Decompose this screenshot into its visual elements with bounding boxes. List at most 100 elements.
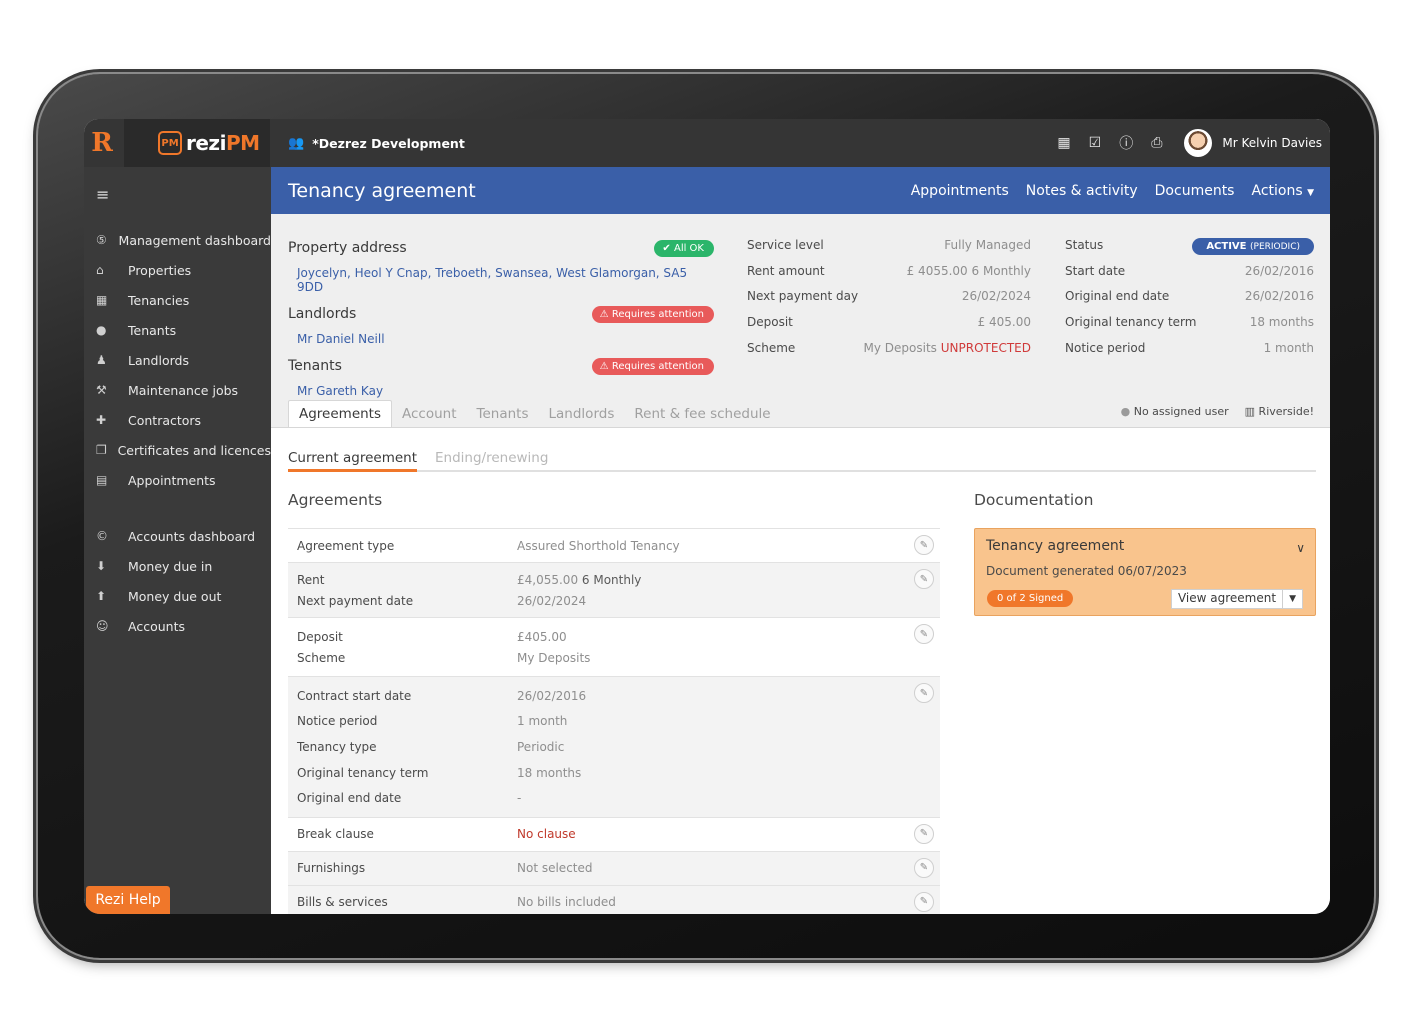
edit-pencil-icon[interactable]: ✎ <box>914 857 934 878</box>
home-icon: ⌂ <box>96 263 104 277</box>
property-address-label: Property address <box>288 240 407 256</box>
subtab-account[interactable]: Account <box>392 400 467 427</box>
scheme-row: Scheme My Deposits UNPROTECTED <box>747 340 1031 355</box>
assigned-user[interactable]: ● No assigned user <box>1121 405 1229 418</box>
sidebar-item-contractors[interactable]: ✚ Contractors <box>84 405 271 435</box>
tenancy-subtabs: Agreements Account Tenants Landlords Ren… <box>288 400 781 427</box>
tenancy-summary: Property address ✔ All OK Joycelyn, Heol… <box>271 214 1330 427</box>
building-icon: ▥ <box>1244 405 1256 418</box>
all-ok-badge: ✔ All OK <box>654 239 714 257</box>
actions-menu[interactable]: Actions ▼ <box>1251 183 1314 199</box>
view-agreement-button[interactable]: View agreement ▼ <box>1170 589 1303 609</box>
tenants-attention-badge: ⚠ Requires attention <box>591 357 714 375</box>
tenancy-agreement-card[interactable]: Tenancy agreement ∨ Document generated 0… <box>974 528 1316 616</box>
copyright-icon: © <box>96 529 108 543</box>
sidebar-item-management-dashboard[interactable]: ⑤ Management dashboard <box>84 225 271 255</box>
sidebar-item-tenants[interactable]: ● Tenants <box>84 315 271 345</box>
sidebar-item-properties[interactable]: ⌂ Properties <box>84 255 271 285</box>
edit-pencil-icon[interactable]: ✎ <box>914 535 934 555</box>
nav-separator <box>84 495 271 521</box>
subtab-landlords[interactable]: Landlords <box>539 400 625 427</box>
landlord-link[interactable]: Mr Daniel Neill <box>297 332 714 346</box>
page-title: Tenancy agreement <box>288 179 476 202</box>
warning-icon: ⚠ <box>599 360 609 372</box>
user-circle-icon: ● <box>1120 405 1131 418</box>
page-header: Tenancy agreement Appointments Notes & a… <box>271 167 1330 214</box>
tab-ending-renewing[interactable]: Ending/renewing <box>435 450 548 470</box>
agreement-inner-tabs: Current agreement Ending/renewing <box>288 450 1316 472</box>
sidebar-item-tenancies[interactable]: ▦ Tenancies <box>84 285 271 315</box>
calendar-icon[interactable]: ▦ <box>1057 135 1070 151</box>
sidebar-item-accounts-dashboard[interactable]: © Accounts dashboard <box>84 521 271 551</box>
subtab-tenants[interactable]: Tenants <box>467 400 539 427</box>
caret-down-icon[interactable]: ▼ <box>1283 590 1302 608</box>
sidebar-item-money-due-in[interactable]: ⬇ Money due in <box>84 551 271 581</box>
group-icon: 👥 <box>288 135 305 151</box>
tab-appointments[interactable]: Appointments <box>911 183 1009 199</box>
tasks-checkbox-icon[interactable]: ☑ <box>1089 135 1102 151</box>
rezi-r-logo[interactable]: R <box>84 119 120 167</box>
landlords-attention-badge: ⚠ Requires attention <box>591 305 714 323</box>
doc-card-title: Tenancy agreement <box>986 538 1125 554</box>
rezipm-logo[interactable]: PM reziPM <box>124 119 270 167</box>
edit-pencil-icon[interactable]: ✎ <box>914 891 934 912</box>
deposit-row: Deposit £405.00 Scheme My Deposits ✎ <box>288 617 940 676</box>
agreement-content: Current agreement Ending/renewing Agreem… <box>271 427 1330 914</box>
alert-icon[interactable]: ⓘ <box>1119 133 1133 153</box>
edit-pencil-icon[interactable]: ✎ <box>914 823 934 844</box>
edit-pencil-icon[interactable]: ✎ <box>914 569 934 589</box>
status-row: Status ACTIVE (PERIODIC) <box>1065 238 1314 264</box>
subtab-rent-fee-schedule[interactable]: Rent & fee schedule <box>624 400 780 427</box>
furnishings-row: Furnishings Not selected ✎ <box>288 850 940 885</box>
tenant-link[interactable]: Mr Gareth Kay <box>297 384 714 398</box>
sidebar-item-appointments[interactable]: ▤ Appointments <box>84 465 271 495</box>
notice-period-row: Notice period 1 month <box>1065 340 1314 355</box>
rent-row: Rent £4,055.00 6 Monthly Next payment dat… <box>288 562 940 617</box>
organisation-selector[interactable]: 👥 *Dezrez Development <box>288 119 465 167</box>
tab-documents[interactable]: Documents <box>1155 183 1235 199</box>
sidebar-item-maintenance-jobs[interactable]: ⚒ Maintenance jobs <box>84 375 271 405</box>
property-address-link[interactable]: Joycelyn, Heol Y Cnap, Treboeth, Swansea… <box>297 266 714 294</box>
edit-pencil-icon[interactable]: ✎ <box>914 683 934 703</box>
status-badge: ACTIVE (PERIODIC) <box>1192 238 1314 255</box>
bills-services-row: Bills & services No bills included ✎ <box>288 884 940 914</box>
warning-icon: ⚠ <box>599 308 609 320</box>
summary-dates: Status ACTIVE (PERIODIC) Start date 26/02/… <box>1065 238 1314 366</box>
sidebar: ≡ ⑤ Management dashboard ⌂ Properties ▦ Ten… <box>84 167 271 914</box>
printer-icon[interactable]: ⎙ <box>1151 135 1162 151</box>
edit-pencil-icon[interactable]: ✎ <box>914 624 934 644</box>
user-avatar[interactable] <box>1184 129 1213 157</box>
chevron-down-icon[interactable]: ∨ <box>1296 541 1305 555</box>
document-icon: ❐ <box>96 443 107 457</box>
person-icon: ● <box>96 323 107 337</box>
sidebar-nav: ⑤ Management dashboard ⌂ Properties ▦ Tenan… <box>84 225 271 641</box>
sidebar-item-money-due-out[interactable]: ⬆ Money due out <box>84 581 271 611</box>
agreements-table: Agreement type Assured Shorthold Tenancy … <box>288 528 940 914</box>
tenants-label: Tenants <box>288 358 342 374</box>
unprotected-status: UNPROTECTED <box>940 340 1031 355</box>
tab-notes-activity[interactable]: Notes & activity <box>1026 183 1138 199</box>
brand-wordmark: reziPM <box>186 131 260 155</box>
caret-down-icon: ▼ <box>1307 187 1314 198</box>
original-end-date-row: Original end date 26/02/2016 <box>1065 289 1314 304</box>
tray-in-icon: ⬇ <box>96 559 107 573</box>
doc-card-subtitle: Document generated 06/07/2023 <box>986 564 1187 578</box>
start-date-row: Start date 26/02/2016 <box>1065 263 1314 278</box>
sidebar-item-accounts[interactable]: ☺ Accounts <box>84 611 271 641</box>
sidebar-item-certificates[interactable]: ❐ Certificates and licences <box>84 435 271 465</box>
documentation-heading: Documentation <box>974 491 1094 509</box>
summary-financials: Service level Fully Managed Rent amount £ … <box>747 238 1031 366</box>
subtab-agreements[interactable]: Agreements <box>288 400 393 427</box>
tab-current-agreement[interactable]: Current agreement <box>288 450 418 472</box>
original-term-row: Original tenancy term 18 months <box>1065 315 1314 330</box>
sidebar-item-landlords[interactable]: ♟ Landlords <box>84 345 271 375</box>
agreement-type-row: Agreement type Assured Shorthold Tenancy … <box>288 528 940 562</box>
tray-out-icon: ⬆ <box>96 589 107 603</box>
rent-amount-row: Rent amount £ 4055.00 6 Monthly <box>747 263 1031 278</box>
rezi-help-button[interactable]: Rezi Help <box>86 886 170 914</box>
header-tabs: Appointments Notes & activity Documents … <box>911 167 1314 214</box>
hamburger-menu-icon[interactable]: ≡ <box>96 185 109 204</box>
check-icon: ✔ <box>662 242 671 254</box>
branch[interactable]: ▥ Riverside! <box>1245 405 1314 418</box>
user-name[interactable]: Mr Kelvin Davies <box>1222 136 1322 150</box>
